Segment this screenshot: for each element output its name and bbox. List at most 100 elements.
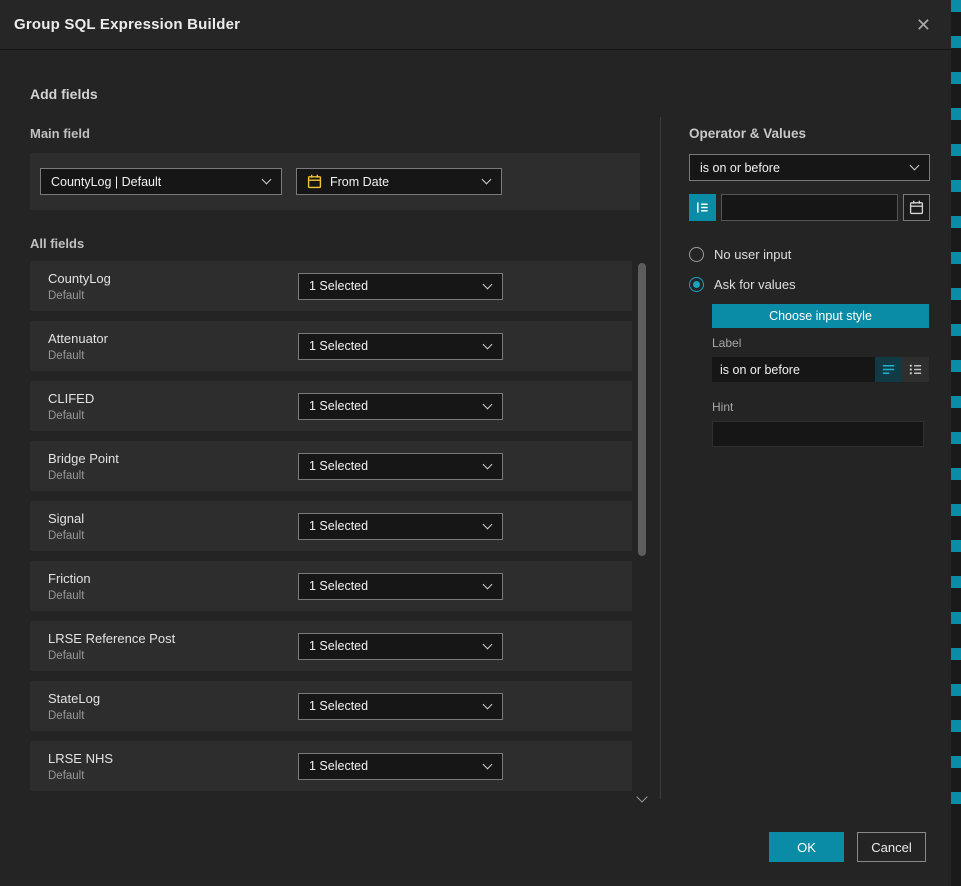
choose-input-style-button[interactable]: Choose input style	[712, 304, 929, 328]
chevron-down-icon	[483, 579, 493, 589]
field-selected-value: 1 Selected	[309, 639, 476, 653]
field-selected-dropdown[interactable]: 1 Selected	[298, 453, 503, 480]
dialog-footer: OK Cancel	[769, 832, 926, 862]
field-name: Signal	[48, 511, 298, 526]
field-name: LRSE Reference Post	[48, 631, 298, 646]
list-style-button[interactable]	[902, 357, 929, 382]
calendar-icon	[909, 200, 924, 215]
chevron-down-icon	[483, 699, 493, 709]
main-date-field-dropdown-value: From Date	[330, 175, 475, 189]
window-scrollbar[interactable]	[951, 0, 961, 886]
add-fields-heading: Add fields	[30, 86, 961, 102]
calendar-icon	[307, 174, 322, 189]
field-name: StateLog	[48, 691, 298, 706]
hint-caption: Hint	[712, 400, 930, 414]
field-row-friction: Friction Default 1 Selected	[30, 561, 632, 611]
field-selected-value: 1 Selected	[309, 459, 476, 473]
radio-ask-for-values[interactable]: Ask for values	[689, 277, 930, 292]
chevron-down-icon	[483, 279, 493, 289]
field-name: Friction	[48, 571, 298, 586]
main-layer-dropdown-value: CountyLog | Default	[51, 175, 255, 189]
radio-ask-for-values-label: Ask for values	[714, 277, 796, 292]
chevron-down-icon	[483, 339, 493, 349]
scroll-down-icon[interactable]	[636, 791, 647, 802]
hint-input[interactable]	[712, 421, 924, 447]
all-fields-label: All fields	[30, 236, 640, 251]
field-selected-value: 1 Selected	[309, 699, 476, 713]
field-row-countylog: CountyLog Default 1 Selected	[30, 261, 632, 311]
field-selected-value: 1 Selected	[309, 519, 476, 533]
field-sublabel: Default	[48, 650, 298, 662]
dialog-titlebar: Group SQL Expression Builder ✕	[0, 0, 961, 50]
main-field-label: Main field	[30, 126, 640, 141]
field-row-clifed: CLIFED Default 1 Selected	[30, 381, 632, 431]
dialog-title: Group SQL Expression Builder	[14, 16, 240, 33]
radio-checked-icon	[689, 277, 704, 292]
field-sublabel: Default	[48, 290, 298, 302]
field-name: CLIFED	[48, 391, 298, 406]
field-row-attenuator: Attenuator Default 1 Selected	[30, 321, 632, 371]
radio-no-user-input[interactable]: No user input	[689, 247, 930, 262]
field-selected-dropdown[interactable]: 1 Selected	[298, 273, 503, 300]
field-selected-dropdown[interactable]: 1 Selected	[298, 753, 503, 780]
values-list-icon	[695, 200, 710, 215]
label-input[interactable]	[712, 357, 875, 382]
close-icon: ✕	[916, 15, 931, 35]
radio-no-user-input-label: No user input	[714, 247, 791, 262]
date-picker-button[interactable]	[903, 194, 930, 221]
field-row-lrse-reference-post: LRSE Reference Post Default 1 Selected	[30, 621, 632, 671]
field-sublabel: Default	[48, 770, 298, 782]
chevron-down-icon	[910, 161, 920, 171]
field-name: Bridge Point	[48, 451, 298, 466]
field-sublabel: Default	[48, 470, 298, 482]
set-values-button[interactable]	[689, 194, 716, 221]
field-selected-dropdown[interactable]: 1 Selected	[298, 333, 503, 360]
align-lines-icon	[881, 362, 896, 377]
field-row-signal: Signal Default 1 Selected	[30, 501, 632, 551]
field-name: LRSE NHS	[48, 751, 298, 766]
chevron-down-icon	[262, 175, 272, 185]
scrollbar-thumb[interactable]	[638, 263, 646, 556]
field-selected-dropdown[interactable]: 1 Selected	[298, 573, 503, 600]
field-sublabel: Default	[48, 710, 298, 722]
field-selected-value: 1 Selected	[309, 579, 476, 593]
vertical-divider	[660, 117, 661, 799]
value-row	[689, 194, 930, 221]
single-line-style-button[interactable]	[875, 357, 902, 382]
field-name: Attenuator	[48, 331, 298, 346]
list-scrollbar[interactable]	[637, 263, 648, 803]
chevron-down-icon	[483, 639, 493, 649]
operator-dropdown[interactable]: is on or before	[689, 154, 930, 181]
columns: Main field CountyLog | Default Fro	[30, 102, 961, 801]
field-selected-dropdown[interactable]: 1 Selected	[298, 513, 503, 540]
field-selected-dropdown[interactable]: 1 Selected	[298, 633, 503, 660]
operator-values-heading: Operator & Values	[689, 126, 930, 141]
bulleted-list-icon	[908, 362, 923, 377]
field-selected-value: 1 Selected	[309, 759, 476, 773]
field-selected-dropdown[interactable]: 1 Selected	[298, 393, 503, 420]
field-selected-dropdown[interactable]: 1 Selected	[298, 693, 503, 720]
field-name: CountyLog	[48, 271, 298, 286]
cancel-button[interactable]: Cancel	[857, 832, 926, 862]
main-date-field-dropdown[interactable]: From Date	[296, 168, 502, 195]
main-layer-dropdown[interactable]: CountyLog | Default	[40, 168, 282, 195]
chevron-down-icon	[483, 399, 493, 409]
field-row-statelog: StateLog Default 1 Selected	[30, 681, 632, 731]
field-sublabel: Default	[48, 350, 298, 362]
main-field-panel: CountyLog | Default From Date	[30, 153, 640, 210]
field-selected-value: 1 Selected	[309, 339, 476, 353]
fields-column: Main field CountyLog | Default Fro	[30, 102, 640, 801]
group-sql-expression-builder-dialog: Group SQL Expression Builder ✕ Add field…	[0, 0, 961, 801]
radio-unchecked-icon	[689, 247, 704, 262]
field-row-bridge-point: Bridge Point Default 1 Selected	[30, 441, 632, 491]
value-input[interactable]	[721, 194, 898, 221]
ask-for-values-options: Choose input style Label	[712, 292, 930, 447]
close-button[interactable]: ✕	[910, 12, 937, 38]
chevron-down-icon	[483, 759, 493, 769]
chevron-down-icon	[483, 459, 493, 469]
label-caption: Label	[712, 336, 930, 350]
field-sublabel: Default	[48, 590, 298, 602]
field-sublabel: Default	[48, 410, 298, 422]
operator-dropdown-value: is on or before	[700, 161, 903, 175]
ok-button[interactable]: OK	[769, 832, 844, 862]
